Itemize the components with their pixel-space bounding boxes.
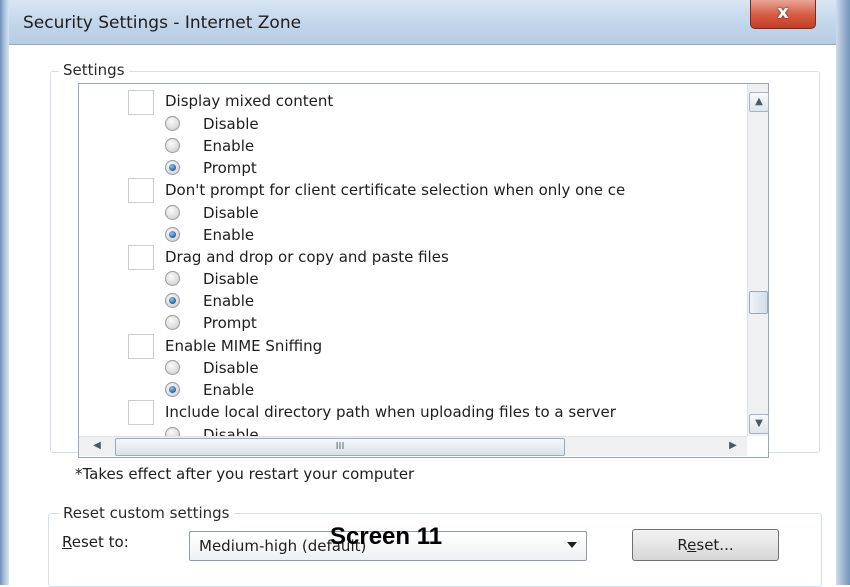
radio-label[interactable]: Disable	[203, 426, 259, 436]
chevron-down-icon: ▼	[755, 418, 763, 429]
restart-note: *Takes effect after you restart your com…	[75, 465, 415, 483]
setting-label-display-mixed-content: Display mixed content	[165, 92, 334, 110]
radio-mime-disable[interactable]	[165, 360, 180, 375]
scroll-right-icon[interactable]: ▶	[725, 438, 741, 454]
window-title: Security Settings - Internet Zone	[23, 13, 302, 33]
reset-button-label: Reset...	[633, 536, 778, 554]
setting-document-icon	[128, 334, 154, 359]
reset-group-label: Reset custom settings	[59, 504, 234, 522]
chevron-down-icon	[567, 542, 577, 548]
radio-label[interactable]: Enable	[203, 135, 254, 157]
radio-label[interactable]: Enable	[203, 224, 254, 246]
setting-label-drag-and-drop: Drag and drop or copy and paste files	[165, 248, 449, 266]
radio-local-path-disable[interactable]	[165, 427, 180, 436]
reset-button-text-end: set...	[696, 536, 734, 554]
radio-label[interactable]: Prompt	[203, 312, 257, 334]
setting-document-icon	[128, 178, 154, 203]
radio-label[interactable]: Disable	[203, 357, 259, 379]
radio-display-mixed-disable[interactable]	[165, 116, 180, 131]
horizontal-scroll-thumb[interactable]: III	[115, 438, 565, 456]
scroll-grip-icon: III	[335, 441, 345, 452]
reset-button-mnemonic: e	[687, 536, 697, 554]
reset-button-text-start: R	[677, 536, 688, 554]
radio-client-cert-enable[interactable]	[165, 227, 180, 242]
radio-display-mixed-enable[interactable]	[165, 138, 180, 153]
setting-label-mime-sniffing: Enable MIME Sniffing	[165, 337, 323, 355]
radio-label[interactable]: Prompt	[203, 157, 257, 179]
horizontal-scrollbar[interactable]: ◀ III ▶	[79, 436, 747, 456]
title-bar: Security Settings - Internet Zone x	[9, 0, 836, 45]
radio-client-cert-disable[interactable]	[165, 205, 180, 220]
radio-label[interactable]: Enable	[203, 290, 254, 312]
setting-document-icon	[128, 245, 154, 270]
close-button[interactable]: x	[750, 0, 816, 29]
reset-to-text: eset to:	[71, 533, 129, 551]
radio-drag-drop-prompt[interactable]	[165, 315, 180, 330]
radio-drag-drop-enable[interactable]	[165, 293, 180, 308]
screen-caption: Screen 11	[330, 523, 443, 550]
reset-to-label: Reset to:	[62, 533, 129, 551]
radio-mime-enable[interactable]	[165, 382, 180, 397]
vertical-scrollbar[interactable]: ▲ ▼	[747, 84, 769, 436]
radio-label[interactable]: Disable	[203, 202, 259, 224]
setting-document-icon	[128, 90, 154, 115]
window-frame-left	[0, 0, 9, 585]
radio-label[interactable]: Disable	[203, 268, 259, 290]
radio-label[interactable]: Enable	[203, 379, 254, 401]
radio-label[interactable]: Disable	[203, 113, 259, 135]
clipped-row: Disable	[150, 426, 550, 436]
radio-display-mixed-prompt[interactable]	[165, 160, 180, 175]
reset-button[interactable]: Reset...	[632, 529, 779, 561]
setting-label-local-directory-path: Include local directory path when upload…	[165, 403, 616, 421]
vertical-scroll-thumb[interactable]	[749, 291, 768, 314]
setting-label-client-certificate: Don't prompt for client certificate sele…	[165, 181, 626, 199]
radio-drag-drop-disable[interactable]	[165, 271, 180, 286]
scroll-left-icon[interactable]: ◀	[89, 438, 105, 454]
scroll-down-button[interactable]: ▼	[749, 414, 769, 434]
reset-to-mnemonic: R	[62, 533, 72, 551]
close-icon: x	[777, 2, 789, 23]
scroll-up-button[interactable]: ▲	[749, 92, 769, 112]
setting-document-icon	[128, 400, 154, 425]
chevron-up-icon: ▲	[755, 96, 763, 107]
window-frame-right	[836, 0, 850, 585]
settings-group-label: Settings	[59, 61, 129, 79]
